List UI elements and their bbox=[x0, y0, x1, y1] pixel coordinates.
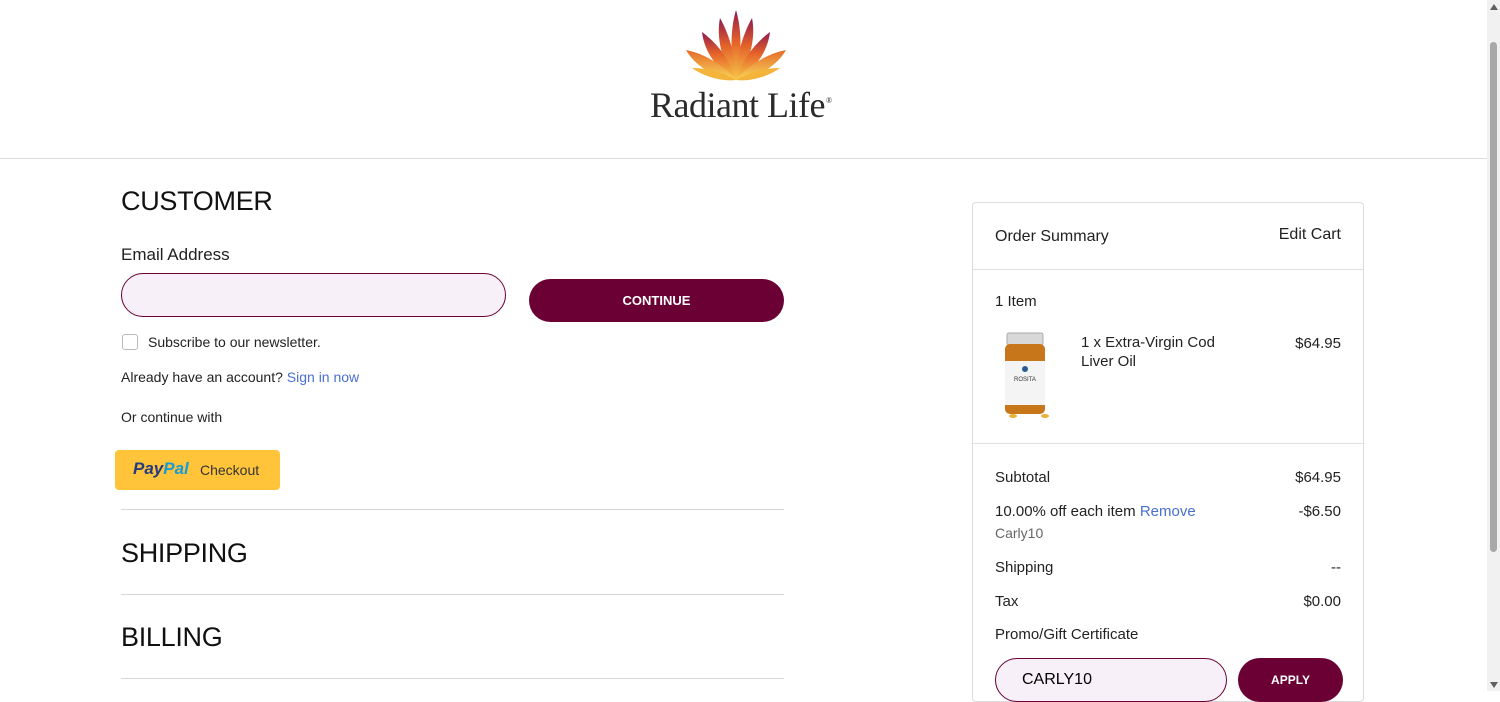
divider bbox=[121, 594, 784, 595]
divider bbox=[973, 269, 1363, 270]
apply-button[interactable]: APPLY bbox=[1238, 658, 1343, 702]
scroll-down-icon[interactable] bbox=[1490, 682, 1498, 688]
remove-discount-link[interactable]: Remove bbox=[1140, 503, 1196, 520]
paypal-logo: PayPal bbox=[133, 459, 189, 478]
promo-code-link[interactable]: Promo/Gift Certificate bbox=[995, 626, 1138, 643]
sign-in-link[interactable]: Sign in now bbox=[287, 369, 359, 385]
tax-value: $0.00 bbox=[1303, 593, 1341, 610]
order-summary-title: Order Summary bbox=[995, 228, 1109, 245]
scroll-up-icon[interactable] bbox=[1490, 4, 1498, 10]
continue-button[interactable]: CONTINUE bbox=[529, 279, 784, 322]
shipping-section-title[interactable]: SHIPPING bbox=[121, 538, 248, 569]
discount-code: Carly10 bbox=[995, 525, 1044, 541]
email-input[interactable] bbox=[121, 273, 506, 317]
lotus-icon bbox=[686, 10, 786, 81]
bottle-icon: ROSITA bbox=[1005, 332, 1049, 418]
shipping-label: Shipping bbox=[995, 559, 1054, 576]
subtotal-label: Subtotal bbox=[995, 469, 1051, 486]
discount-label: 10.00% off each item bbox=[995, 503, 1136, 520]
billing-section-title[interactable]: BILLING bbox=[121, 622, 223, 653]
scrollbar-thumb[interactable] bbox=[1490, 42, 1497, 552]
newsletter-label: Subscribe to our newsletter. bbox=[148, 334, 321, 350]
or-continue-text: Or continue with bbox=[121, 409, 223, 425]
edit-cart-link[interactable]: Edit Cart bbox=[1279, 226, 1341, 244]
newsletter-checkbox[interactable] bbox=[122, 334, 138, 350]
brand-logo[interactable]: Radiant Life® bbox=[650, 8, 840, 125]
page-scrollbar[interactable] bbox=[1487, 0, 1500, 691]
order-summary-panel: Order Summary Edit Cart 1 Item ROSITA 1 … bbox=[972, 202, 1364, 702]
customer-section-title: CUSTOMER bbox=[121, 186, 273, 216]
paypal-checkout-button[interactable]: PayPal Checkout bbox=[115, 450, 280, 490]
brand-name: Radiant Life® bbox=[650, 85, 832, 125]
account-prompt: Already have an account? Sign in now bbox=[121, 369, 359, 385]
tax-label: Tax bbox=[995, 593, 1019, 610]
divider bbox=[121, 509, 784, 510]
paypal-checkout-label: Checkout bbox=[200, 462, 260, 478]
divider bbox=[973, 443, 1363, 444]
discount-row: 10.00% off each item Remove bbox=[995, 503, 1196, 520]
email-label: Email Address bbox=[121, 245, 230, 264]
product-thumbnail: ROSITA bbox=[997, 329, 1061, 421]
site-header: Radiant Life® bbox=[0, 0, 1487, 159]
promo-code-input[interactable] bbox=[995, 658, 1227, 702]
discount-value: -$6.50 bbox=[1298, 503, 1341, 520]
item-price: $64.95 bbox=[1295, 335, 1341, 352]
item-name: 1 x Extra-Virgin Cod Liver Oil bbox=[1081, 334, 1215, 370]
account-prompt-text: Already have an account? bbox=[121, 369, 283, 385]
bottle-label-text: ROSITA bbox=[1014, 377, 1036, 383]
subtotal-value: $64.95 bbox=[1295, 469, 1341, 486]
shipping-value: -- bbox=[1331, 559, 1341, 576]
divider bbox=[121, 678, 784, 679]
item-count: 1 Item bbox=[995, 293, 1037, 310]
